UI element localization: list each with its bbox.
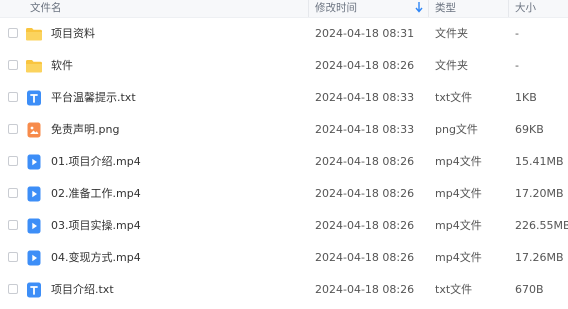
column-header-name[interactable]: 文件名 [30, 0, 62, 17]
file-modified-time: 2024-04-18 08:26 [315, 59, 415, 72]
file-name[interactable]: 免责声明.png [51, 114, 119, 146]
file-name[interactable]: 03.项目实操.mp4 [51, 210, 141, 242]
file-modified-time: 2024-04-18 08:26 [315, 219, 415, 232]
file-list-body: 项目资料 2024-04-18 08:31 文件夹 - 软件 2024-04-1… [0, 18, 568, 306]
file-name[interactable]: 02.准备工作.mp4 [51, 178, 141, 210]
file-size: - [515, 27, 519, 40]
video-file-icon [25, 217, 43, 235]
file-size: 226.55MB [515, 219, 568, 232]
file-size: 1KB [515, 91, 537, 104]
row-checkbox[interactable] [8, 220, 18, 230]
file-list-header: 文件名 修改时间 类型 大小 [0, 0, 568, 18]
file-type: mp4文件 [435, 251, 482, 264]
folder-icon [25, 57, 43, 75]
file-list: 文件名 修改时间 类型 大小 项目资料 2024-04-18 08:31 文件夹… [0, 0, 568, 306]
file-name[interactable]: 04.变现方式.mp4 [51, 242, 141, 274]
row-checkbox[interactable] [8, 60, 18, 70]
file-modified-time: 2024-04-18 08:26 [315, 187, 415, 200]
file-row[interactable]: 免责声明.png 2024-04-18 08:33 png文件 69KB [0, 114, 568, 146]
file-type: txt文件 [435, 283, 473, 296]
file-type: 文件夹 [435, 27, 468, 40]
column-divider[interactable] [308, 0, 309, 17]
file-name[interactable]: 项目介绍.txt [51, 274, 114, 306]
file-size: 69KB [515, 123, 544, 136]
file-row[interactable]: 01.项目介绍.mp4 2024-04-18 08:26 mp4文件 15.41… [0, 146, 568, 178]
file-name[interactable]: 项目资料 [51, 18, 95, 50]
file-row[interactable]: 02.准备工作.mp4 2024-04-18 08:26 mp4文件 17.20… [0, 178, 568, 210]
file-type: 文件夹 [435, 59, 468, 72]
row-checkbox[interactable] [8, 28, 18, 38]
file-size: 670B [515, 283, 544, 296]
file-type: mp4文件 [435, 155, 482, 168]
file-type: mp4文件 [435, 219, 482, 232]
column-divider[interactable] [508, 0, 509, 17]
file-modified-time: 2024-04-18 08:26 [315, 155, 415, 168]
file-type: txt文件 [435, 91, 473, 104]
text-file-icon [25, 89, 43, 107]
column-header-modified[interactable]: 修改时间 [315, 0, 357, 17]
file-type: mp4文件 [435, 187, 482, 200]
arrow-down-icon[interactable] [415, 1, 423, 18]
column-header-size[interactable]: 大小 [515, 0, 536, 17]
file-row[interactable]: 平台温馨提示.txt 2024-04-18 08:33 txt文件 1KB [0, 82, 568, 114]
image-file-icon [25, 121, 43, 139]
file-modified-time: 2024-04-18 08:33 [315, 123, 415, 136]
column-divider[interactable] [428, 0, 429, 17]
text-file-icon [25, 281, 43, 299]
file-name[interactable]: 平台温馨提示.txt [51, 82, 136, 114]
folder-icon [25, 25, 43, 43]
column-header-type[interactable]: 类型 [435, 0, 456, 17]
file-size: 17.20MB [515, 187, 564, 200]
file-type: png文件 [435, 123, 478, 136]
file-modified-time: 2024-04-18 08:31 [315, 27, 415, 40]
video-file-icon [25, 249, 43, 267]
file-modified-time: 2024-04-18 08:33 [315, 91, 415, 104]
file-row[interactable]: 项目介绍.txt 2024-04-18 08:26 txt文件 670B [0, 274, 568, 306]
video-file-icon [25, 185, 43, 203]
row-checkbox[interactable] [8, 92, 18, 102]
file-size: - [515, 59, 519, 72]
file-row[interactable]: 03.项目实操.mp4 2024-04-18 08:26 mp4文件 226.5… [0, 210, 568, 242]
row-checkbox[interactable] [8, 252, 18, 262]
row-checkbox[interactable] [8, 156, 18, 166]
file-row[interactable]: 软件 2024-04-18 08:26 文件夹 - [0, 50, 568, 82]
file-name[interactable]: 01.项目介绍.mp4 [51, 146, 141, 178]
row-checkbox[interactable] [8, 124, 18, 134]
file-size: 17.26MB [515, 251, 564, 264]
row-checkbox[interactable] [8, 284, 18, 294]
file-row[interactable]: 项目资料 2024-04-18 08:31 文件夹 - [0, 18, 568, 50]
file-modified-time: 2024-04-18 08:26 [315, 251, 415, 264]
file-size: 15.41MB [515, 155, 564, 168]
file-modified-time: 2024-04-18 08:26 [315, 283, 415, 296]
file-row[interactable]: 04.变现方式.mp4 2024-04-18 08:26 mp4文件 17.26… [0, 242, 568, 274]
file-name[interactable]: 软件 [51, 50, 73, 82]
video-file-icon [25, 153, 43, 171]
row-checkbox[interactable] [8, 188, 18, 198]
